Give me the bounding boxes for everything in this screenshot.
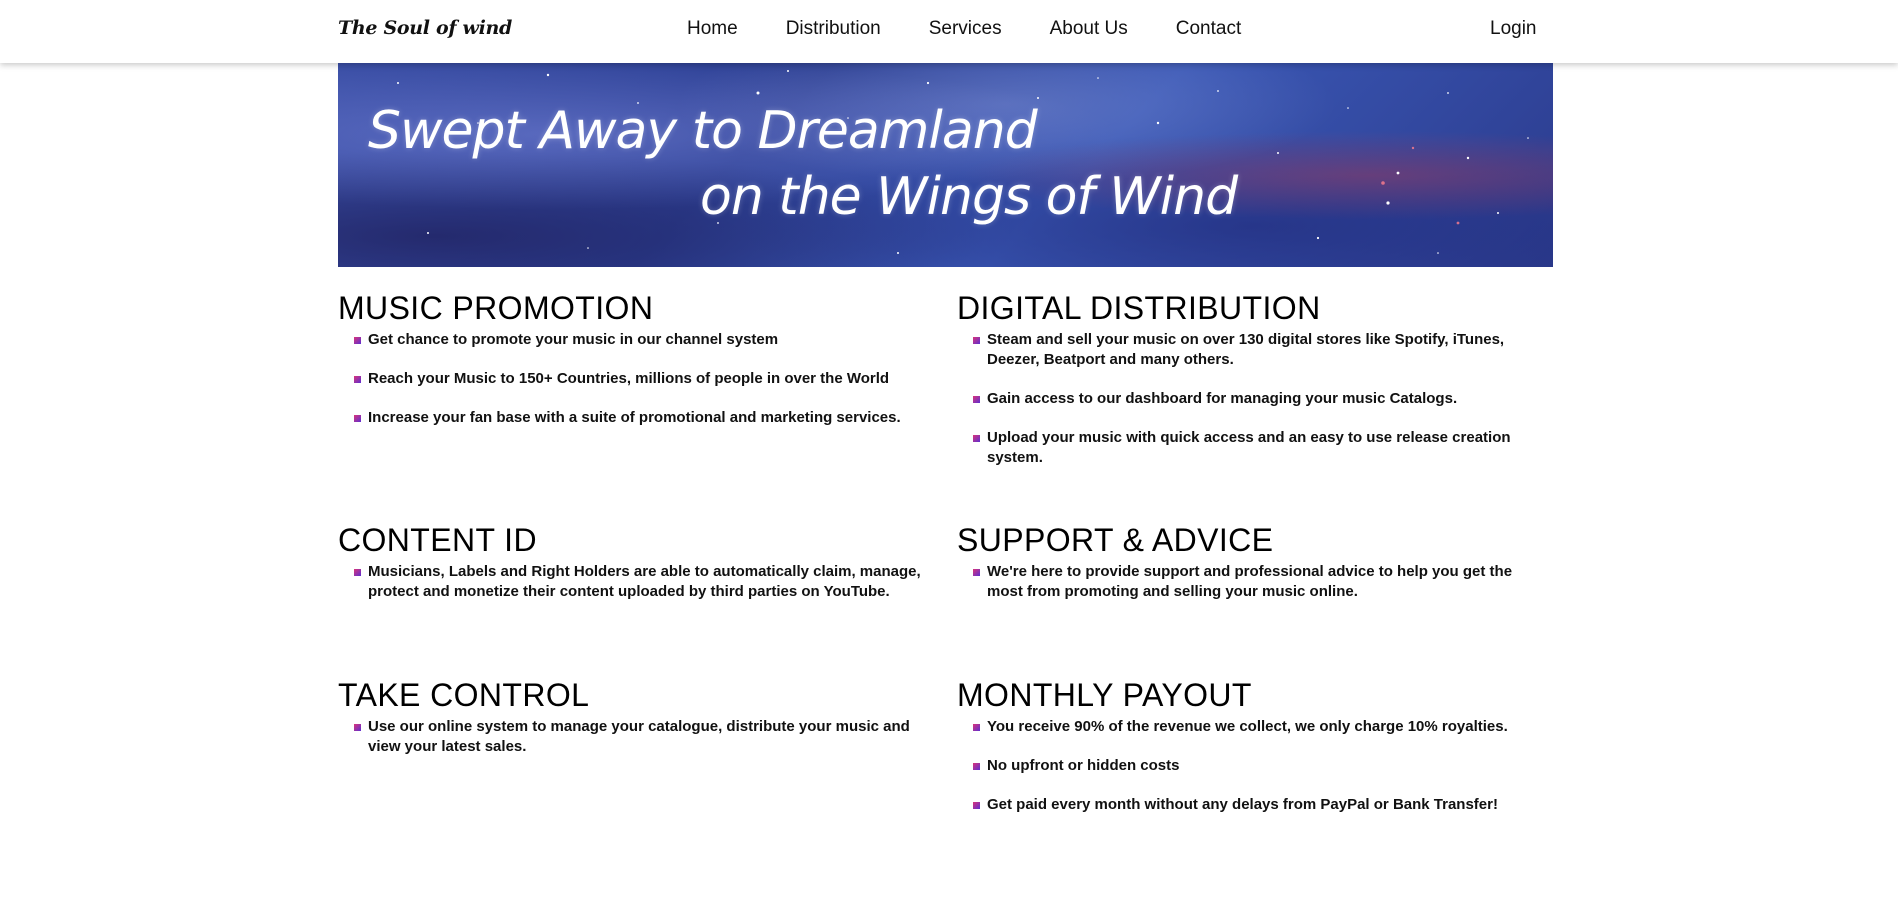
list-item: No upfront or hidden costs (957, 756, 1547, 776)
square-bullet-icon (354, 569, 361, 576)
banner-headline-line2: on the Wings of Wind (700, 167, 1238, 227)
list-item: Gain access to our dashboard for managin… (957, 389, 1547, 409)
list-item: You receive 90% of the revenue we collec… (957, 717, 1547, 737)
square-bullet-icon (973, 396, 980, 403)
section-music-promotion: MUSIC PROMOTION Get chance to promote yo… (338, 290, 938, 447)
list-item-text: Get chance to promote your music in our … (368, 331, 779, 348)
square-bullet-icon (973, 802, 980, 809)
list-item-text: Reach your Music to 150+ Countries, mill… (368, 370, 890, 387)
section-content-id: CONTENT ID Musicians, Labels and Right H… (338, 522, 938, 621)
section-title: MONTHLY PAYOUT (957, 677, 1252, 713)
list-item-text: Use our online system to manage your cat… (368, 718, 910, 755)
list-item: We're here to provide support and profes… (957, 562, 1547, 602)
feature-list: You receive 90% of the revenue we collec… (957, 717, 1557, 815)
top-navigation-bar: The Soul of wind Home Distribution Servi… (0, 0, 1898, 63)
feature-list: We're here to provide support and profes… (957, 562, 1557, 602)
list-item-text: You receive 90% of the revenue we collec… (987, 718, 1508, 735)
square-bullet-icon (973, 724, 980, 731)
feature-list: Get chance to promote your music in our … (338, 330, 938, 428)
square-bullet-icon (354, 337, 361, 344)
list-item-text: We're here to provide support and profes… (987, 563, 1513, 600)
square-bullet-icon (354, 415, 361, 422)
section-take-control: TAKE CONTROL Use our online system to ma… (338, 677, 938, 776)
section-title: DIGITAL DISTRIBUTION (957, 290, 1321, 326)
list-item: Increase your fan base with a suite of p… (338, 408, 928, 428)
banner-headline-line1: Swept Away to Dreamland (368, 101, 1038, 161)
main-nav: Home Distribution Services About Us Cont… (687, 18, 1241, 40)
feature-list: Musicians, Labels and Right Holders are … (338, 562, 938, 602)
list-item: Get chance to promote your music in our … (338, 330, 928, 350)
list-item-text: Get paid every month without any delays … (987, 796, 1498, 813)
site-logo[interactable]: The Soul of wind (338, 17, 512, 39)
starfield-decoration (397, 70, 1529, 254)
list-item-text: Increase your fan base with a suite of p… (368, 409, 901, 426)
nav-contact-link[interactable]: Contact (1176, 18, 1241, 40)
list-item-text: Upload your music with quick access and … (987, 429, 1511, 466)
section-title: SUPPORT & ADVICE (957, 522, 1274, 558)
list-item: Get paid every month without any delays … (957, 795, 1547, 815)
feature-list: Steam and sell your music on over 130 di… (957, 330, 1557, 468)
section-digital-distribution: DIGITAL DISTRIBUTION Steam and sell your… (957, 290, 1557, 487)
section-support-advice: SUPPORT & ADVICE We're here to provide s… (957, 522, 1557, 621)
hero-banner: Swept Away to Dreamland on the Wings of … (338, 63, 1553, 267)
list-item: Upload your music with quick access and … (957, 428, 1547, 468)
login-link[interactable]: Login (1490, 18, 1537, 40)
nav-about-us-link[interactable]: About Us (1050, 18, 1128, 40)
section-title: MUSIC PROMOTION (338, 290, 654, 326)
list-item-text: Musicians, Labels and Right Holders are … (368, 563, 921, 600)
square-bullet-icon (973, 763, 980, 770)
list-item: Steam and sell your music on over 130 di… (957, 330, 1547, 370)
nav-distribution-link[interactable]: Distribution (786, 18, 881, 40)
square-bullet-icon (973, 569, 980, 576)
section-title: CONTENT ID (338, 522, 537, 558)
nav-services-link[interactable]: Services (929, 18, 1002, 40)
list-item-text: No upfront or hidden costs (987, 757, 1180, 774)
square-bullet-icon (973, 337, 980, 344)
list-item-text: Steam and sell your music on over 130 di… (987, 331, 1505, 368)
list-item: Use our online system to manage your cat… (338, 717, 928, 757)
feature-list: Use our online system to manage your cat… (338, 717, 938, 757)
nav-home-link[interactable]: Home (687, 18, 738, 40)
square-bullet-icon (354, 724, 361, 731)
section-title: TAKE CONTROL (338, 677, 590, 713)
list-item: Reach your Music to 150+ Countries, mill… (338, 369, 928, 389)
list-item: Musicians, Labels and Right Holders are … (338, 562, 928, 602)
section-monthly-payout: MONTHLY PAYOUT You receive 90% of the re… (957, 677, 1557, 834)
square-bullet-icon (973, 435, 980, 442)
list-item-text: Gain access to our dashboard for managin… (987, 390, 1458, 407)
square-bullet-icon (354, 376, 361, 383)
